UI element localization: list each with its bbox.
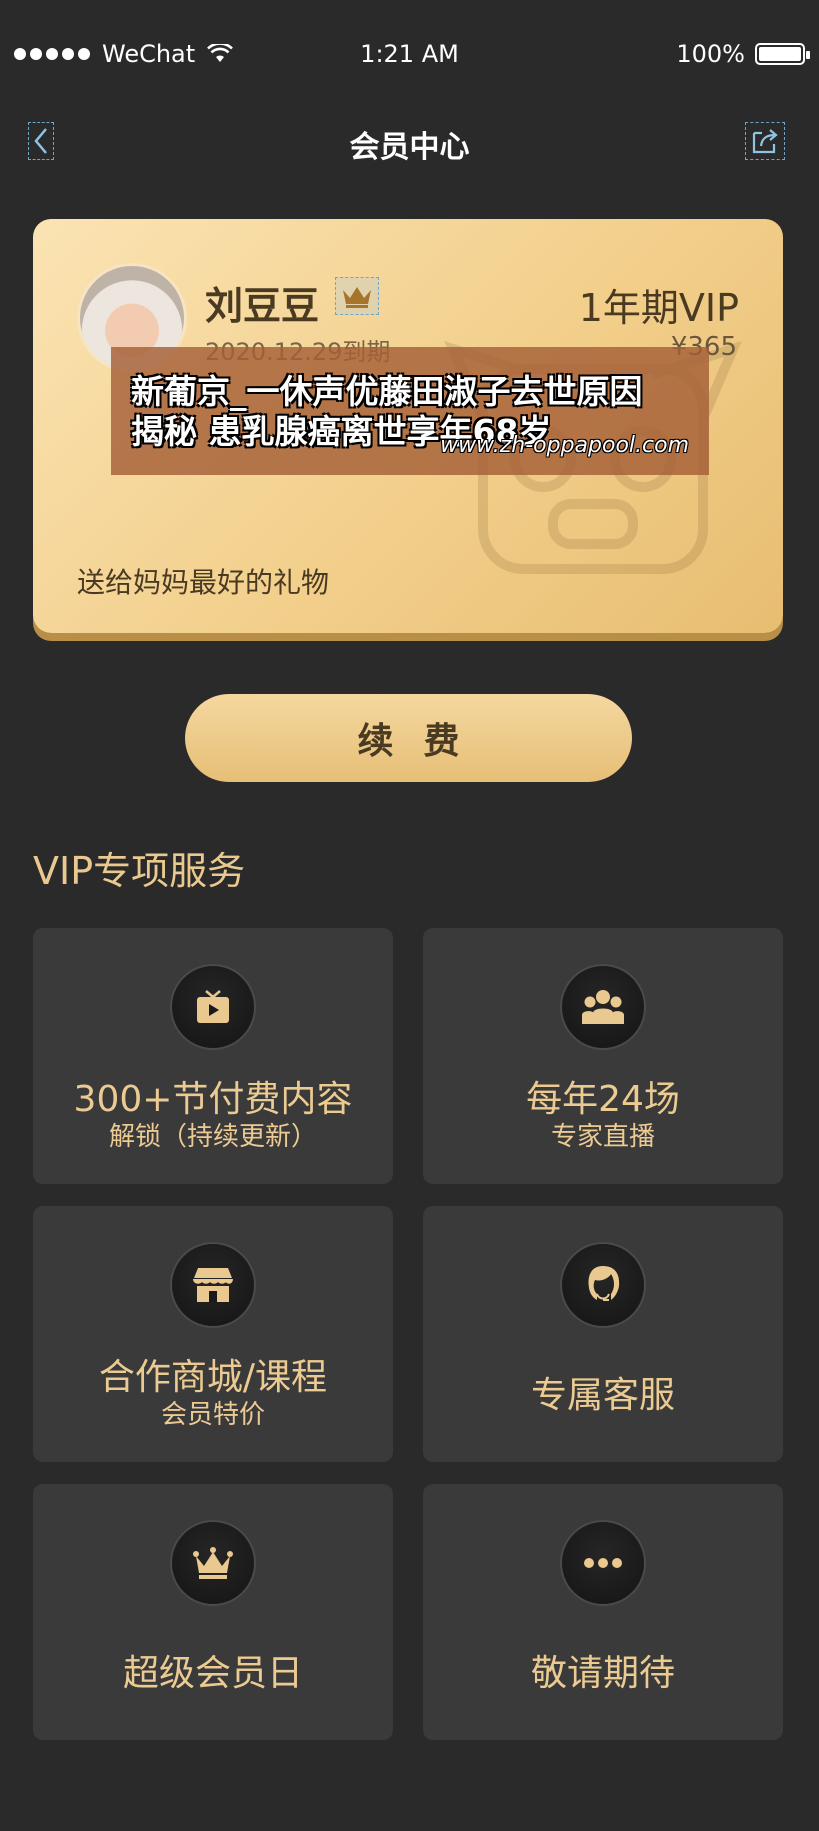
share-icon — [752, 129, 778, 154]
user-name: 刘豆豆 — [205, 284, 320, 328]
group-icon — [582, 990, 624, 1024]
service-tile-shop[interactable]: 合作商城/课程 会员特价 — [33, 1206, 393, 1462]
service-tile-paid-content[interactable]: 300+节付费内容 解锁（持续更新） — [33, 928, 393, 1184]
plan-name: 1年期VIP — [578, 286, 739, 330]
icon-circle — [560, 1520, 646, 1606]
banner-url: www.zh-oppapool.com — [440, 433, 689, 458]
crown-icon — [193, 1547, 233, 1579]
tile-subtitle: 专家直播 — [550, 1122, 655, 1152]
service-tile-coming-soon[interactable]: 敬请期待 — [423, 1484, 783, 1740]
status-bar: WeChat 1:21 AM 100% — [0, 0, 819, 108]
tile-title: 合作商城/课程 — [98, 1357, 328, 1398]
icon-circle — [170, 1520, 256, 1606]
service-tile-member-day[interactable]: 超级会员日 — [33, 1484, 393, 1740]
status-right: 100% — [676, 40, 810, 68]
tile-subtitle: 解锁（持续更新） — [108, 1122, 317, 1152]
tile-title: 超级会员日 — [122, 1653, 303, 1694]
icon-circle — [560, 1242, 646, 1328]
nav-bar: 会员中心 — [0, 108, 819, 180]
vip-crown-badge — [335, 277, 379, 315]
icon-circle — [560, 964, 646, 1050]
video-icon — [197, 990, 229, 1023]
page-title: 会员中心 — [349, 130, 470, 165]
tile-title: 每年24场 — [526, 1079, 680, 1120]
service-tile-customer-service[interactable]: 专属客服 — [423, 1206, 783, 1462]
section-title: VIP专项服务 — [33, 849, 246, 893]
battery-percent: 100% — [676, 40, 745, 68]
share-button[interactable] — [745, 122, 785, 160]
gift-text: 送给妈妈最好的礼物 — [77, 566, 330, 599]
battery-icon — [755, 43, 810, 65]
tile-title: 敬请期待 — [530, 1653, 675, 1694]
service-tile-live-streams[interactable]: 每年24场 专家直播 — [423, 928, 783, 1184]
overlay-banner: 新葡京_一休声优藤田淑子去世原因 揭秘 患乳腺癌离世享年68岁 www.zh-o… — [111, 347, 709, 475]
tile-title: 300+节付费内容 — [73, 1079, 353, 1120]
tile-subtitle: 会员特价 — [160, 1400, 265, 1430]
customer-service-icon — [588, 1266, 620, 1301]
crown-icon — [343, 287, 371, 308]
shop-icon — [193, 1268, 233, 1302]
service-grid: 300+节付费内容 解锁（持续更新） 每年24场 专家直播 合作商城/课程 会员… — [33, 928, 783, 1740]
more-icon — [584, 1558, 622, 1568]
tile-title: 专属客服 — [530, 1375, 675, 1416]
icon-circle — [170, 1242, 256, 1328]
renew-button[interactable]: 续费 — [185, 694, 632, 782]
icon-circle — [170, 964, 256, 1050]
